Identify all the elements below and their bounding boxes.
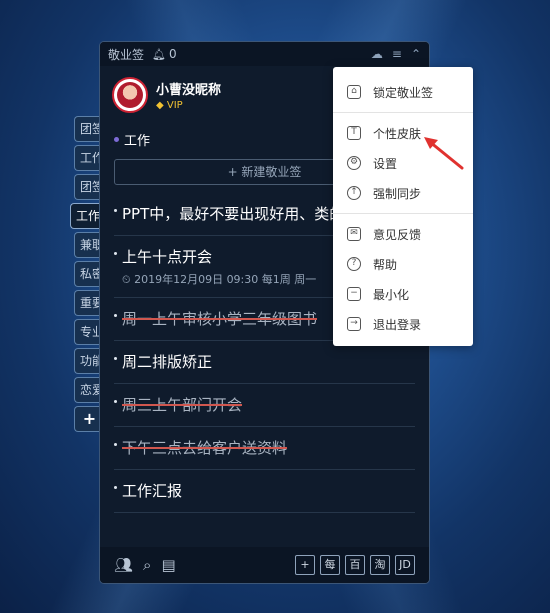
quick-link-bai[interactable]: 百	[345, 555, 365, 575]
menu-divider	[333, 213, 473, 214]
cloud-sync-icon[interactable]: ☁	[371, 47, 383, 61]
shirt-icon: T	[347, 126, 361, 140]
username: 小曹没昵称	[156, 83, 222, 98]
note-item[interactable]: 工作汇报	[114, 470, 415, 513]
logout-icon: →	[347, 317, 361, 331]
menu-item-label: 强制同步	[373, 186, 422, 201]
menu-item-minimize[interactable]: − 最小化	[333, 279, 473, 309]
bell-icon[interactable]: 🔔︎	[152, 48, 166, 61]
menu-divider	[333, 112, 473, 113]
note-text: 周三上午部门开会	[122, 396, 243, 414]
menu-item-label: 设置	[373, 156, 398, 171]
dropdown-menu: ⌂ 锁定敬业签 T 个性皮肤 ⚙ 设置 ↑ 强制同步 ✉ 意见反馈 ? 帮助 −…	[333, 67, 473, 346]
note-text: 周二排版矫正	[122, 353, 213, 371]
reminder-text: 2019年12月09日 09:30 每1周 周一	[134, 273, 317, 286]
menu-item-help[interactable]: ? 帮助	[333, 249, 473, 279]
quick-links: + 每 百 淘 JD	[295, 555, 415, 575]
note-item[interactable]: 周二排版矫正	[114, 341, 415, 384]
lock-icon: ⌂	[347, 85, 361, 99]
quick-link-mei[interactable]: 每	[320, 555, 340, 575]
menu-icon[interactable]: ≡	[392, 47, 402, 61]
calendar-icon[interactable]: ▤	[161, 556, 175, 574]
notification-count: 0	[168, 47, 177, 61]
note-item-done[interactable]: 下午三点去给客户送资料	[114, 427, 415, 470]
menu-item-sync[interactable]: ↑ 强制同步	[333, 178, 473, 208]
note-text: 工作汇报	[122, 482, 183, 500]
vip-label: VIP	[166, 100, 183, 111]
menu-item-label: 退出登录	[373, 317, 422, 332]
note-text: 下午三点去给客户送资料	[122, 439, 288, 457]
annotation-arrow-icon	[424, 137, 464, 170]
menu-item-feedback[interactable]: ✉ 意见反馈	[333, 219, 473, 249]
window-title: 敬业签	[108, 47, 145, 62]
quick-link-jd[interactable]: JD	[395, 555, 415, 575]
menu-item-logout[interactable]: → 退出登录	[333, 309, 473, 339]
menu-item-label: 意见反馈	[373, 227, 422, 242]
titlebar-controls: ☁ ≡ ⌃	[371, 47, 421, 61]
titlebar: 敬业签 🔔︎ 0 ☁ ≡ ⌃	[100, 42, 429, 66]
menu-item-label: 个性皮肤	[373, 126, 422, 141]
bottom-toolbar: 👥︎ ⌕ ▤ + 每 百 淘 JD	[100, 547, 429, 583]
minimize-icon: −	[347, 287, 361, 301]
collapse-icon[interactable]: ⌃	[411, 47, 421, 61]
menu-item-lock[interactable]: ⌂ 锁定敬业签	[333, 77, 473, 107]
sync-icon: ↑	[347, 186, 361, 200]
menu-item-label: 锁定敬业签	[373, 85, 434, 100]
help-icon: ?	[347, 257, 361, 271]
quick-link-tao[interactable]: 淘	[370, 555, 390, 575]
add-quick-link-button[interactable]: +	[295, 555, 315, 575]
vip-badge: ◆ VIP	[156, 100, 183, 111]
menu-item-label: 最小化	[373, 287, 410, 302]
mail-icon: ✉	[347, 227, 361, 241]
menu-item-label: 帮助	[373, 257, 398, 272]
category-dot-icon	[114, 137, 119, 142]
category-label: 工作	[124, 134, 151, 149]
profile-info: 小曹没昵称 ◆ VIP	[156, 79, 221, 111]
search-icon[interactable]: ⌕	[143, 556, 151, 574]
avatar[interactable]	[112, 77, 148, 113]
note-item-done[interactable]: 周三上午部门开会	[114, 384, 415, 427]
gear-icon: ⚙	[347, 156, 361, 170]
contacts-icon[interactable]: 👥︎	[114, 556, 133, 574]
